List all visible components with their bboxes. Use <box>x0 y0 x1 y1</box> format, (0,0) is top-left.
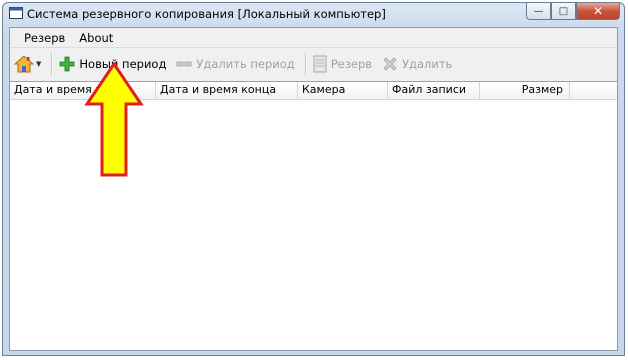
green-plus-icon <box>59 56 75 72</box>
menu-about[interactable]: About <box>79 31 113 45</box>
close-button[interactable]: ✕ <box>576 3 620 20</box>
delete-period-button[interactable]: Удалить период <box>176 52 295 76</box>
minus-icon <box>177 61 192 67</box>
maximize-button[interactable]: □ <box>551 3 576 20</box>
document-icon <box>313 55 327 73</box>
backup-button[interactable]: Резерв <box>313 52 372 76</box>
column-header-camera[interactable]: Камера <box>298 82 388 99</box>
toolbar-separator <box>51 53 54 75</box>
title-bar[interactable]: Система резервного копирования [Локальны… <box>3 3 624 25</box>
red-x-icon <box>383 57 397 71</box>
home-icon <box>14 55 34 73</box>
column-header-filler <box>570 82 617 99</box>
chevron-down-icon: ▼ <box>36 60 42 68</box>
column-header-end[interactable]: Дата и время конца <box>156 82 298 99</box>
app-icon <box>9 7 23 19</box>
menu-bar: Резерв About <box>10 28 617 48</box>
home-dropdown-button[interactable]: ▼ <box>14 52 41 76</box>
toolbar-separator <box>304 53 307 75</box>
window-title: Система резервного копирования [Локальны… <box>27 7 386 21</box>
menu-reserve[interactable]: Резерв <box>24 31 65 45</box>
app-window: Система резервного копирования [Локальны… <box>2 2 625 356</box>
caption-buttons: — □ ✕ <box>526 3 620 21</box>
yellow-arrow-icon <box>84 62 144 177</box>
delete-period-label: Удалить период <box>196 57 295 71</box>
minimize-button[interactable]: — <box>526 3 551 20</box>
column-header-file[interactable]: Файл записи <box>388 82 480 99</box>
backup-label: Резерв <box>330 57 373 71</box>
delete-label: Удалить <box>402 57 453 71</box>
delete-button[interactable]: Удалить <box>382 52 452 76</box>
column-header-size[interactable]: Размер <box>480 82 570 99</box>
